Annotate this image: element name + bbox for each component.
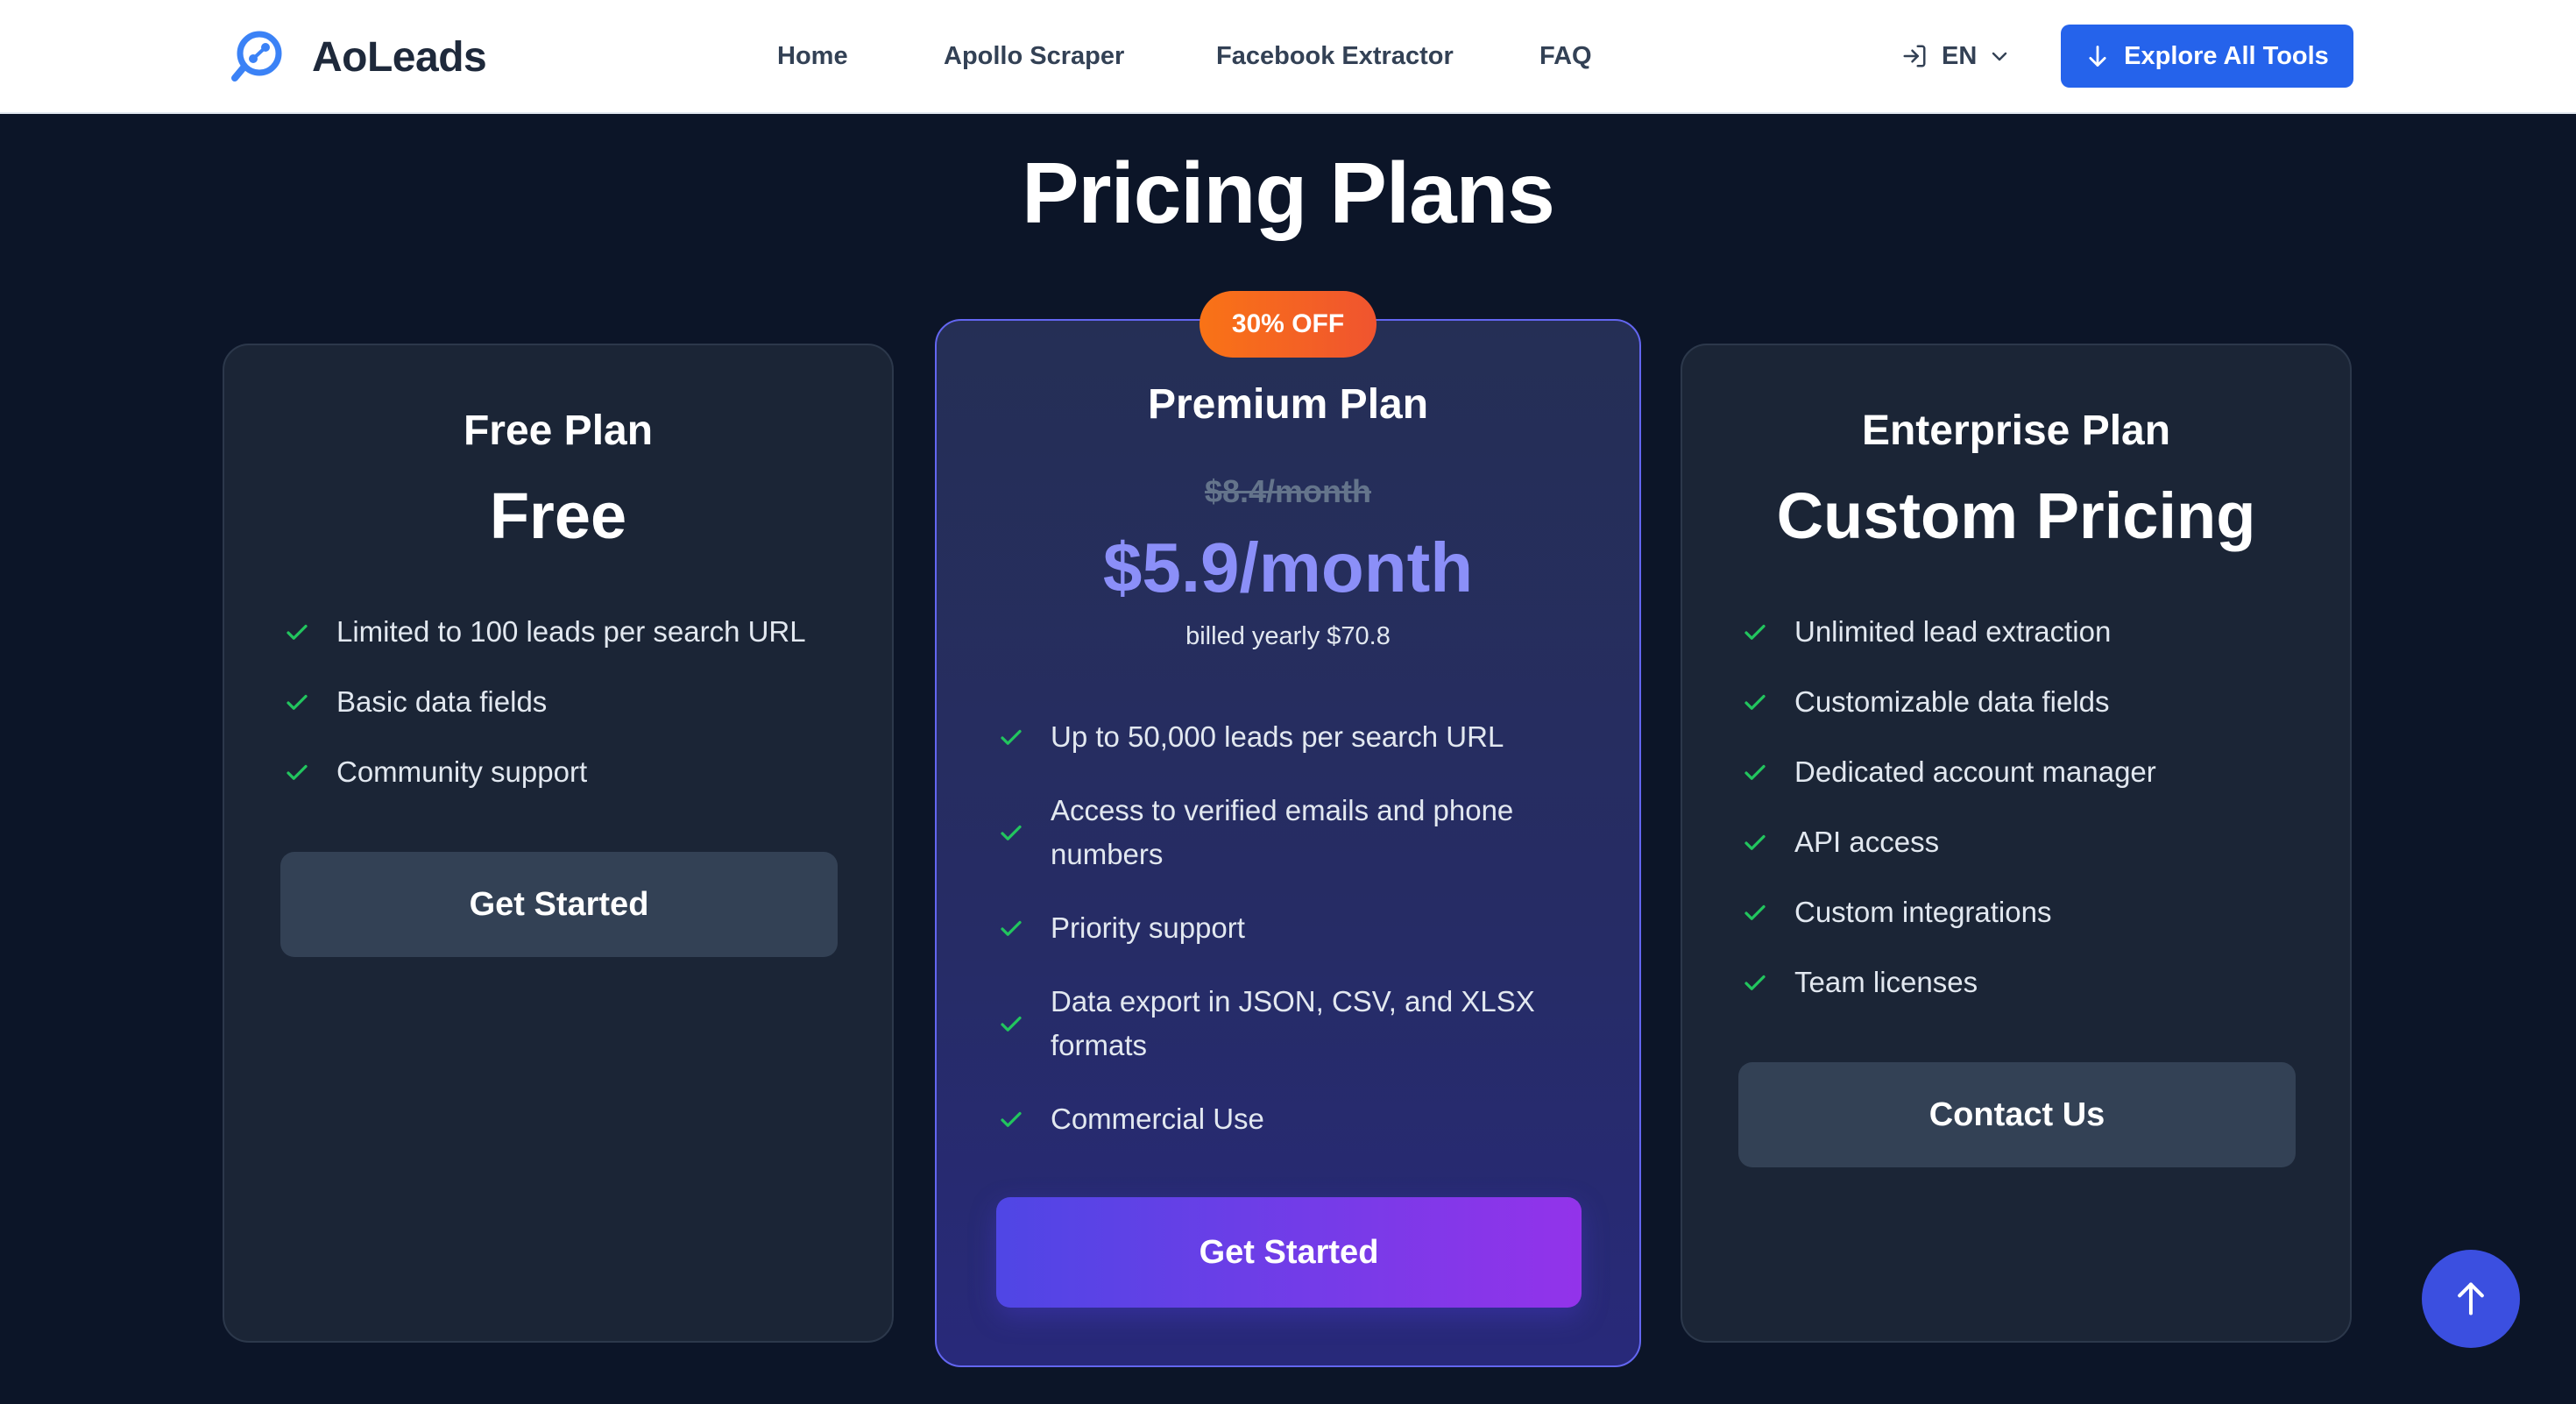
- check-icon: [1744, 834, 1766, 850]
- plan-name: Free Plan: [463, 408, 654, 454]
- login-icon: [1903, 45, 1926, 67]
- feature-text: Customizable data fields: [1794, 685, 2110, 718]
- chevron-down-icon: [1992, 52, 2007, 61]
- nav-home[interactable]: Home: [777, 39, 848, 74]
- discount-badge: 30% OFF: [1200, 291, 1376, 358]
- list-item: Customizable data fields: [1742, 680, 2156, 724]
- list-item: Unlimited lead extraction: [1742, 610, 2156, 654]
- list-item: Basic data fields: [284, 680, 806, 724]
- feature-text: Unlimited lead extraction: [1794, 615, 2112, 648]
- nav-facebook-extractor[interactable]: Facebook Extractor: [1216, 39, 1454, 74]
- feature-text: Commercial Use: [1051, 1103, 1264, 1135]
- feature-text: Dedicated account manager: [1794, 755, 2156, 788]
- feature-text: Limited to 100 leads per search URL: [336, 615, 806, 648]
- language-selector[interactable]: EN: [1901, 39, 2010, 74]
- feature-text: Data export in JSON, CSV, and XLSX forma…: [1051, 985, 1535, 1061]
- list-item: Up to 50,000 leads per search URL: [998, 715, 1611, 759]
- list-item: Dedicated account manager: [1742, 750, 2156, 794]
- feature-text: Up to 50,000 leads per search URL: [1051, 720, 1504, 753]
- check-icon: [287, 764, 308, 780]
- arrow-up-icon: [2458, 1282, 2484, 1315]
- logo-icon: [231, 31, 282, 82]
- language-label: EN: [1942, 41, 1978, 70]
- nav-faq[interactable]: FAQ: [1539, 39, 1592, 74]
- list-item: Limited to 100 leads per search URL: [284, 610, 806, 654]
- original-price: $8.4/month: [1204, 473, 1372, 509]
- check-icon: [1001, 825, 1022, 840]
- feature-list: Unlimited lead extraction Customizable d…: [1742, 610, 2156, 1004]
- list-item: Community support: [284, 750, 806, 794]
- list-item: Data export in JSON, CSV, and XLSX forma…: [998, 980, 1611, 1067]
- scroll-to-top-button[interactable]: [2422, 1250, 2520, 1348]
- feature-list: Limited to 100 leads per search URL Basi…: [284, 610, 806, 794]
- brand-name: AoLeads: [312, 33, 487, 81]
- arrow-down-icon: [2089, 46, 2106, 67]
- brand-logo[interactable]: AoLeads: [230, 26, 487, 88]
- feature-text: Access to verified emails and phone numb…: [1051, 794, 1514, 870]
- list-item: Access to verified emails and phone numb…: [998, 789, 1611, 876]
- check-icon: [1001, 1016, 1022, 1032]
- check-icon: [287, 694, 308, 710]
- list-item: Team licenses: [1742, 961, 2156, 1004]
- feature-text: Team licenses: [1794, 966, 1978, 998]
- list-item: Priority support: [998, 906, 1611, 950]
- feature-text: Priority support: [1051, 911, 1245, 944]
- feature-text: Basic data fields: [336, 685, 548, 718]
- check-icon: [287, 624, 308, 640]
- feature-list: Up to 50,000 leads per search URL Access…: [998, 715, 1611, 1141]
- check-icon: [1001, 1111, 1022, 1127]
- plan-name: Premium Plan: [1147, 381, 1429, 428]
- plan-price: Custom Pricing: [1776, 479, 2256, 552]
- contact-us-button[interactable]: Contact Us: [1738, 1062, 2296, 1167]
- check-icon: [1744, 764, 1766, 780]
- feature-text: API access: [1794, 826, 1940, 858]
- plan-price: $5.9/month: [1102, 528, 1474, 606]
- check-icon: [1744, 975, 1766, 990]
- free-get-started-button[interactable]: Get Started: [280, 852, 838, 957]
- nav-apollo-scraper[interactable]: Apollo Scraper: [944, 39, 1124, 74]
- enterprise-plan-card: Enterprise Plan Custom Pricing Unlimited…: [1681, 344, 2352, 1343]
- plan-price: Free: [489, 479, 627, 552]
- top-navbar: AoLeads Home Apollo Scraper Facebook Ext…: [0, 0, 2576, 114]
- check-icon: [1001, 729, 1022, 745]
- feature-text: Community support: [336, 755, 588, 788]
- explore-all-tools-label: Explore All Tools: [2124, 41, 2329, 70]
- list-item: Custom integrations: [1742, 890, 2156, 934]
- page-title: Pricing Plans: [1022, 145, 1555, 241]
- billing-note: billed yearly $70.8: [1185, 622, 1391, 650]
- check-icon: [1744, 624, 1766, 640]
- free-plan-card: Free Plan Free Limited to 100 leads per …: [223, 344, 894, 1343]
- feature-text: Custom integrations: [1794, 896, 2052, 928]
- check-icon: [1744, 904, 1766, 920]
- premium-get-started-button[interactable]: Get Started: [996, 1197, 1582, 1308]
- list-item: API access: [1742, 820, 2156, 864]
- list-item: Commercial Use: [998, 1097, 1611, 1141]
- explore-all-tools-button[interactable]: Explore All Tools: [2061, 25, 2353, 88]
- premium-plan-card: Premium Plan $8.4/month $5.9/month bille…: [935, 319, 1641, 1367]
- check-icon: [1001, 920, 1022, 936]
- plan-name: Enterprise Plan: [1861, 408, 2171, 454]
- check-icon: [1744, 694, 1766, 710]
